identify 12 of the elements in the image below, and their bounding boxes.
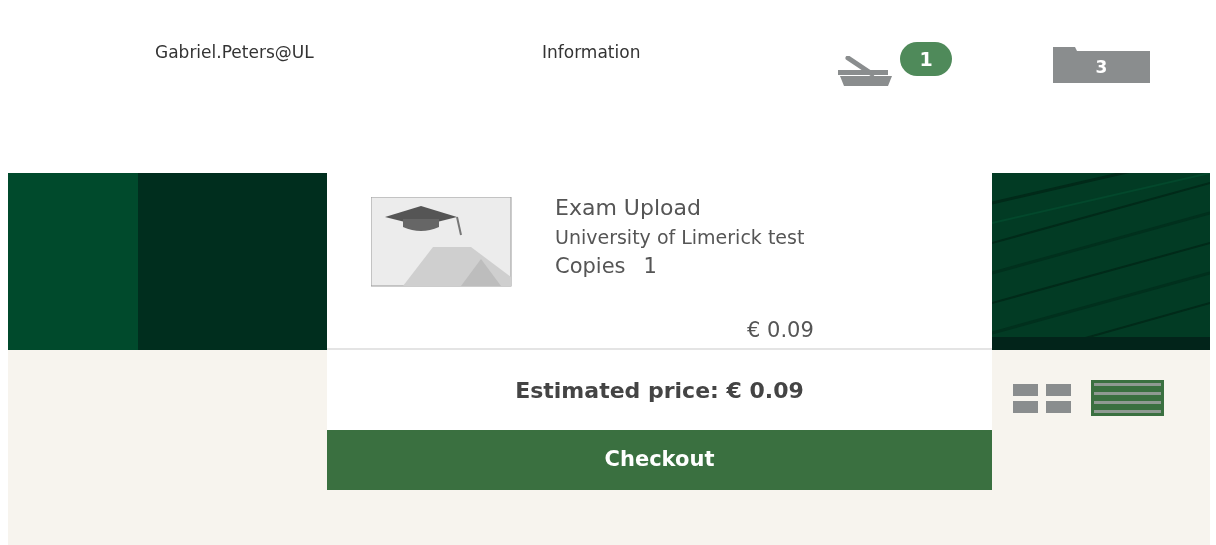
checkout-button[interactable]: Checkout [327,430,992,490]
copies-label: Copies [555,253,626,280]
item-subtitle: University of Limerick test [555,225,805,250]
item-price: € 0.09 [747,317,814,344]
grid-view-icon[interactable] [1013,382,1071,414]
copies-count: 1 [643,253,657,280]
user-link[interactable]: Gabriel.Peters@UL [155,40,314,66]
information-link[interactable]: Information [542,40,641,66]
list-view-icon[interactable] [1091,380,1164,416]
cart-count-badge: 1 [900,42,952,76]
estimated-price: Estimated price: € 0.09 [515,376,804,405]
item-title: Exam Upload [555,194,701,222]
